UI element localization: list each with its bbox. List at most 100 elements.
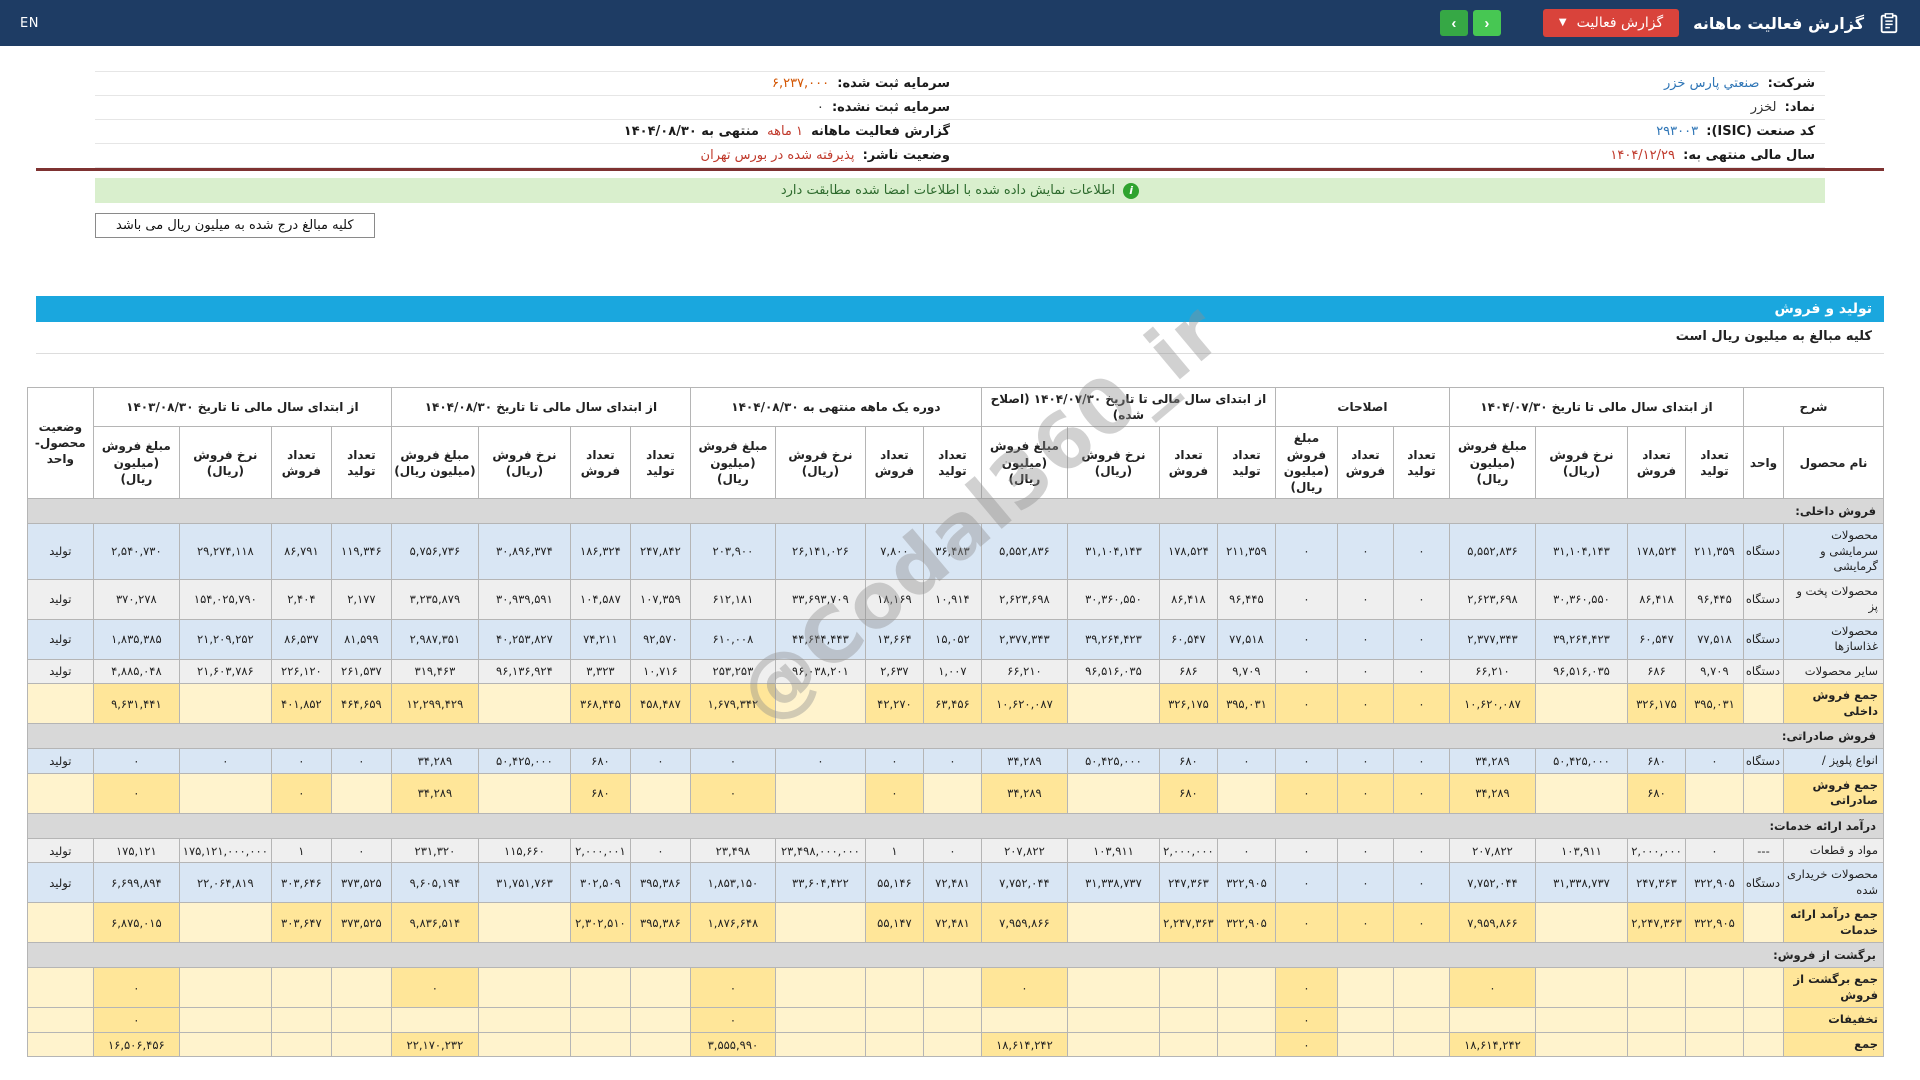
product-name-cell: جمع برگشت از فروش <box>1783 967 1884 1009</box>
unit-cell: دستگاه <box>1742 862 1785 904</box>
value-cell: ۵۰,۴۲۵,۰۰۰ <box>1066 748 1160 774</box>
value-cell: ۰ <box>864 748 924 774</box>
next-report-button[interactable]: › <box>1472 10 1501 36</box>
value-cell: ۶۰,۵۴۷ <box>1158 618 1218 660</box>
value-cell: ۱۵۴,۰۲۵,۷۹۰ <box>178 578 272 620</box>
field-label: گزارش فعالیت ماهانه <box>811 124 950 139</box>
value-cell: ۷,۷۵۲,۰۴۴ <box>1448 862 1536 904</box>
value-cell: ۰ <box>92 748 180 774</box>
product-name-cell: جمع <box>1783 1031 1884 1058</box>
value-cell <box>1684 1031 1744 1058</box>
value-cell: ۳۰,۸۹۶,۳۷۴ <box>477 523 571 580</box>
value-cell: ۳۱,۱۰۴,۱۴۳ <box>1534 523 1628 580</box>
sub-column-header: تعداد فروش <box>864 426 924 500</box>
value-cell <box>270 1031 332 1058</box>
value-cell <box>1392 1007 1450 1033</box>
value-cell: ۰ <box>1684 837 1744 864</box>
unit-cell <box>1742 967 1785 1009</box>
value-cell: ۰ <box>92 967 180 1009</box>
status-cell: تولید <box>26 658 94 685</box>
value-cell <box>1216 967 1276 1009</box>
section-label: فروش صادراتی: <box>26 723 1885 750</box>
previous-report-button[interactable]: ‹ <box>1439 10 1468 36</box>
value-cell <box>330 772 392 814</box>
page-title: گزارش فعالیت ماهانه <box>1693 13 1864 33</box>
period-group-header: اصلاحات <box>1274 386 1450 428</box>
value-cell: ۱۵,۰۵۲ <box>922 618 982 660</box>
value-cell: ۵۰,۴۲۵,۰۰۰ <box>477 748 571 774</box>
value-cell: ۱۱۹,۳۴۶ <box>330 523 392 580</box>
value-cell: ۶۶,۲۱۰ <box>980 658 1068 685</box>
value-cell: ۰ <box>1274 683 1338 725</box>
value-cell: ۳۰,۳۶۰,۵۵۰ <box>1066 578 1160 620</box>
value-cell: ۱,۸۷۶,۶۴۸ <box>689 902 776 944</box>
report-type-button[interactable]: گزارش فعالیت ▼ <box>1542 9 1680 37</box>
value-cell: ۱۷۵,۱۲۱,۰۰۰,۰۰۰ <box>178 837 272 864</box>
value-cell <box>1216 1031 1276 1058</box>
status-cell <box>26 967 94 1009</box>
section-label: فروش داخلی: <box>26 498 1885 525</box>
value-cell: ۱۰۷,۳۵۹ <box>629 578 691 620</box>
value-cell: ۰ <box>1392 862 1450 904</box>
value-cell: ۹۶,۱۳۶,۹۲۴ <box>477 658 571 685</box>
value-cell: ۲۴۷,۳۶۳ <box>1626 862 1686 904</box>
value-cell: ۱۷۸,۵۲۴ <box>1626 523 1686 580</box>
table-row: جمع ۱۸,۶۱۴,۲۴۲ ۰ ۱۸,۶۱۴,۲۴۲ ۳,۵۵۵,۹۹۰ ۲۲,۱۷۰,… <box>26 1031 1884 1058</box>
value-cell: ۴۵۸,۴۸۷ <box>629 683 691 725</box>
value-cell: ۰ <box>1392 748 1450 774</box>
value-cell: ۳۰۳,۶۴۷ <box>270 902 332 944</box>
value-cell: ۳,۲۳۵,۸۷۹ <box>390 578 479 620</box>
value-cell <box>864 967 924 1009</box>
value-cell: ۸۶,۴۱۸ <box>1626 578 1686 620</box>
value-cell <box>922 772 982 814</box>
product-name-cell: انواع پلوپز / <box>1783 748 1884 774</box>
value-cell: ۲,۳۰۲,۵۱۰ <box>569 902 631 944</box>
field-value: پذیرفته شده در بورس تهران <box>700 148 855 163</box>
value-cell <box>1684 772 1744 814</box>
value-cell: ۰ <box>178 748 272 774</box>
isic-code-field: کد صنعت (ISIC): ۲۹۳۰۰۳ <box>960 120 1825 144</box>
field-value: ۰ <box>816 100 824 115</box>
period-group-header: دوره یک ماهه منتهی به ۱۴۰۴/۰۸/۳۰ <box>689 386 982 428</box>
registered-capital-field: سرمایه ثبت شده: ۶,۲۳۷,۰۰۰ <box>95 72 960 96</box>
value-cell: ۱۳,۶۶۴ <box>864 618 924 660</box>
value-cell: ۳۲۲,۹۰۵ <box>1684 862 1744 904</box>
language-toggle-en[interactable]: EN <box>20 16 39 31</box>
value-cell: ۵,۵۵۲,۸۳۶ <box>1448 523 1536 580</box>
value-cell: ۹۶,۵۱۶,۰۳۵ <box>1066 658 1160 685</box>
header-bar: گزارش فعالیت ماهانه گزارش فعالیت ▼ ‹ › E… <box>0 0 1920 46</box>
table-row: محصولات غذاسازها دستگاه ۷۷,۵۱۸ ۶۰,۵۴۷ ۳۹,۲۶۴… <box>26 618 1884 660</box>
company-name-link[interactable]: صنعتي پارس خزر <box>1664 76 1759 91</box>
value-cell <box>1066 967 1160 1009</box>
value-cell: ۳۳,۶۰۴,۴۲۲ <box>774 862 866 904</box>
product-name-cell: جمع فروش داخلی <box>1783 683 1884 725</box>
sub-column-header: نرخ فروش (ریال) <box>774 426 866 500</box>
value-cell: ۵,۵۵۲,۸۳۶ <box>980 523 1068 580</box>
value-cell: ۳۷۳,۵۲۵ <box>330 902 392 944</box>
value-cell: ۲,۰۰۰,۰۰۰ <box>1626 837 1686 864</box>
table-row: محصولات سرمایشی و گرمایشی دستگاه ۲۱۱,۳۵۹ ۱۷… <box>26 523 1884 580</box>
value-cell: ۰ <box>1392 658 1450 685</box>
value-cell <box>1626 1007 1686 1033</box>
value-cell: ۲۲,۱۷۰,۲۳۲ <box>390 1031 479 1058</box>
value-cell <box>330 1007 392 1033</box>
value-cell: ۰ <box>92 772 180 814</box>
value-cell: ۰ <box>1336 618 1394 660</box>
value-cell <box>569 1007 631 1033</box>
value-cell: ۴۲,۲۷۰ <box>864 683 924 725</box>
value-cell: ۰ <box>1336 862 1394 904</box>
value-cell <box>629 1007 691 1033</box>
field-suffix: منتهی به ۱۴۰۴/۰۸/۳۰ <box>623 124 759 139</box>
unit-cell: دستگاه <box>1742 658 1785 685</box>
value-cell <box>629 967 691 1009</box>
value-cell: ۲,۰۰۰,۰۰۱ <box>569 837 631 864</box>
field-label: سرمایه ثبت شده: <box>837 76 950 91</box>
value-cell: ۳۲۲,۹۰۵ <box>1216 902 1276 944</box>
value-cell: ۱۷۵,۱۲۱ <box>92 837 180 864</box>
value-cell: ۶۸۰ <box>569 772 631 814</box>
value-cell: ۱۰,۹۱۴ <box>922 578 982 620</box>
sub-column-header: مبلغ فروش (میلیون ریال) <box>1274 426 1338 500</box>
isic-code-link[interactable]: ۲۹۳۰۰۳ <box>1656 124 1698 139</box>
table-row: جمع برگشت از فروش ۰ ۰ ۰ ۰ ۰ ۰ <box>26 967 1884 1009</box>
value-cell <box>774 902 866 944</box>
